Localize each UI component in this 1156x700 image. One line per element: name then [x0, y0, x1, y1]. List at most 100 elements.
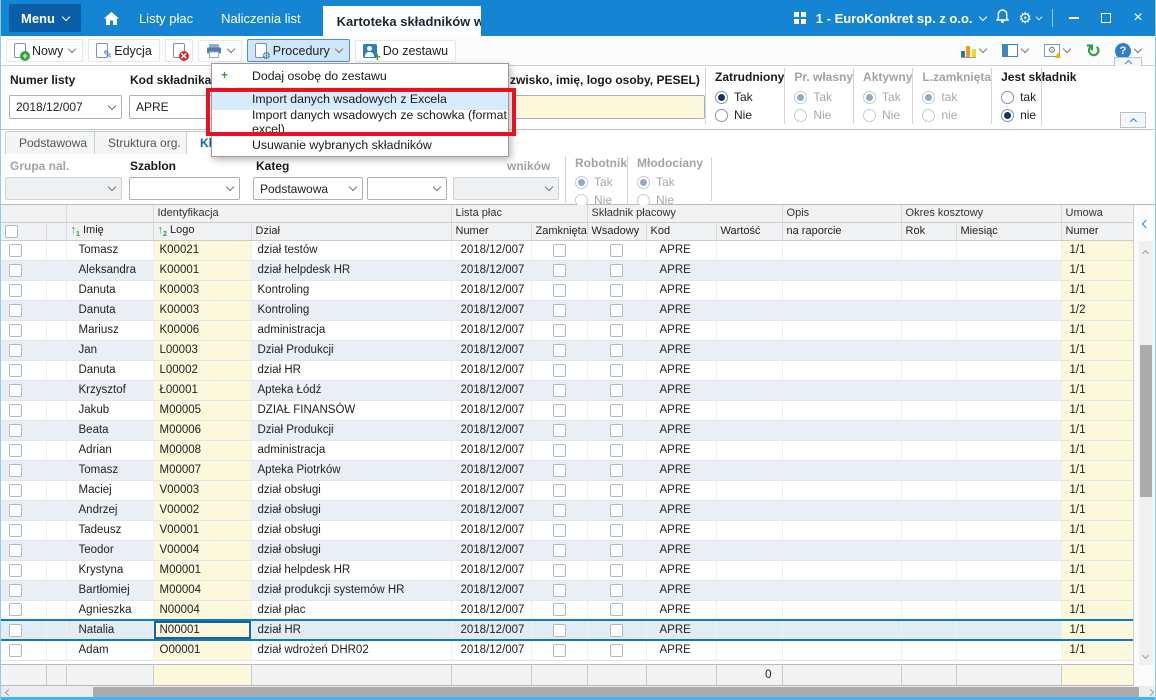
table-row[interactable]: Danuta K00003 Kontroling 2018/12/007 APRE 1/1 — [1, 280, 1134, 301]
scroll-right-icon[interactable] — [1146, 688, 1154, 696]
menu-item[interactable]: Import danych wsadowych ze schowka (form… — [212, 108, 508, 136]
cell-kod[interactable]: APRE — [646, 340, 717, 361]
table-row[interactable]: Mariusz K00006 administracja 2018/12/007 APR… — [1, 320, 1134, 341]
cell-rok[interactable] — [901, 640, 957, 661]
cell-miesiac[interactable] — [956, 480, 1062, 501]
checkbox-icon[interactable] — [552, 303, 566, 317]
cell-rok[interactable] — [901, 400, 957, 421]
checkbox-icon[interactable] — [552, 583, 566, 597]
cell-miesiac[interactable] — [956, 580, 1062, 601]
checkbox-icon[interactable] — [9, 543, 22, 557]
maximize-button[interactable] — [1095, 7, 1117, 29]
settings-button[interactable]: ⚙ — [1019, 11, 1043, 26]
cell-logo[interactable]: M00007 — [153, 460, 252, 481]
cell-kod[interactable]: APRE — [646, 260, 717, 281]
cell-miesiac[interactable] — [956, 260, 1062, 281]
cell-na-raporcie[interactable] — [782, 340, 902, 361]
cell-imie[interactable]: Tomasz — [66, 460, 154, 481]
cell-dzial[interactable]: administracja — [251, 320, 452, 341]
cell-wartosc[interactable] — [716, 619, 783, 641]
checkbox-icon[interactable] — [610, 263, 624, 277]
cell-miesiac[interactable] — [956, 640, 1062, 661]
cell-lista-numer[interactable]: 2018/12/007 — [451, 320, 532, 341]
cell-imie[interactable]: Beata — [66, 420, 154, 441]
checkbox-icon[interactable] — [610, 283, 624, 297]
cell-lista-numer[interactable]: 2018/12/007 — [451, 540, 532, 561]
procedures-button[interactable]: ⚙ Procedury — [246, 39, 350, 62]
menu-item[interactable]: + Dodaj osobę do zestawu — [212, 64, 508, 87]
kategoria-combo[interactable]: Podstawowa — [253, 177, 363, 200]
cell-na-raporcie[interactable] — [782, 460, 902, 481]
cell-logo[interactable]: M00008 — [153, 440, 252, 461]
cell-dzial[interactable]: Apteka Łódź — [251, 380, 452, 401]
cell-lista-numer[interactable]: 2018/12/007 — [451, 640, 532, 661]
cell-dzial[interactable]: dział płac — [251, 600, 452, 621]
cell-wartosc[interactable] — [716, 280, 783, 301]
cell-rok[interactable] — [901, 500, 957, 521]
cell-umowa-numer[interactable]: 1/2 — [1061, 300, 1134, 321]
tab-struktura-org[interactable]: Struktura org. — [94, 131, 195, 154]
checkbox-icon[interactable] — [610, 383, 624, 397]
cell-imie[interactable]: Jakub — [66, 400, 154, 421]
cell-kod[interactable]: APRE — [646, 440, 717, 461]
cell-imie[interactable]: Krzysztof — [66, 380, 154, 401]
cell-dzial[interactable]: dział wdrożeń DHR02 — [251, 640, 452, 661]
osoba-search-input[interactable] — [513, 95, 705, 119]
scroll-left-icon[interactable] — [4, 688, 12, 696]
layout-panel-icon[interactable] — [1001, 44, 1018, 57]
select-all-checkbox[interactable] — [5, 224, 18, 238]
cell-na-raporcie[interactable] — [782, 560, 902, 581]
nav-tab-naliczenia-list[interactable]: Naliczenia list — [207, 0, 314, 36]
cell-imie[interactable]: Krystyna — [66, 560, 154, 581]
cell-logo[interactable]: K00021 — [153, 240, 252, 261]
checkbox-icon[interactable] — [552, 383, 566, 397]
cell-dzial[interactable]: dział produkcji systemów HR — [251, 580, 452, 601]
vertical-scrollbar[interactable] — [1139, 241, 1153, 665]
cell-umowa-numer[interactable]: 1/1 — [1061, 440, 1134, 461]
checkbox-icon[interactable] — [610, 323, 624, 337]
col-kod[interactable]: Kod — [646, 222, 717, 241]
cell-rok[interactable] — [901, 260, 957, 281]
checkbox-icon[interactable] — [552, 463, 566, 477]
cell-logo[interactable]: L00003 — [153, 340, 252, 361]
cell-wartosc[interactable] — [716, 240, 783, 261]
checkbox-icon[interactable] — [552, 363, 566, 377]
cell-kod[interactable]: APRE — [646, 400, 717, 421]
checkbox-icon[interactable] — [9, 363, 22, 377]
cell-wartosc[interactable] — [716, 580, 783, 601]
grid-collapse-button[interactable] — [1138, 215, 1154, 235]
col-logo[interactable]: ↑2 Logo — [153, 222, 252, 241]
cell-miesiac[interactable] — [956, 520, 1062, 541]
cell-na-raporcie[interactable] — [782, 540, 902, 561]
checkbox-icon[interactable] — [9, 443, 22, 457]
cell-miesiac[interactable] — [956, 619, 1062, 641]
cell-na-raporcie[interactable] — [782, 360, 902, 381]
table-row[interactable]: Agnieszka N00004 dział płac 2018/12/007 APRE… — [1, 600, 1134, 621]
window-settings-warning-icon[interactable]: ⚙ ▲ — [1043, 44, 1063, 61]
checkbox-icon[interactable] — [552, 643, 566, 657]
cell-miesiac[interactable] — [956, 440, 1062, 461]
checkbox-icon[interactable] — [9, 623, 22, 637]
table-row[interactable]: Adam O00001 dział wdrożeń DHR02 2018/12/007… — [1, 640, 1134, 661]
cell-umowa-numer[interactable]: 1/1 — [1061, 600, 1134, 621]
cell-na-raporcie[interactable] — [782, 619, 902, 641]
cell-umowa-numer[interactable]: 1/1 — [1061, 619, 1134, 641]
cell-dzial[interactable]: dział helpdesk HR — [251, 260, 452, 281]
cell-rok[interactable] — [901, 440, 957, 461]
cell-rok[interactable] — [901, 480, 957, 501]
cell-dzial[interactable]: dział obsługi — [251, 520, 452, 541]
cell-lista-numer[interactable]: 2018/12/007 — [451, 600, 532, 621]
cell-dzial[interactable]: dział obsługi — [251, 480, 452, 501]
cell-lista-numer[interactable]: 2018/12/007 — [451, 500, 532, 521]
add-to-set-button[interactable]: + Do zestawu — [354, 39, 457, 64]
cell-logo[interactable]: K00001 — [153, 260, 252, 281]
cell-miesiac[interactable] — [956, 460, 1062, 481]
checkbox-icon[interactable] — [610, 643, 624, 657]
col-numer[interactable]: Numer — [451, 222, 532, 241]
nav-tab-listy-plac[interactable]: Listy płac — [125, 0, 207, 36]
cell-na-raporcie[interactable] — [782, 580, 902, 601]
cell-miesiac[interactable] — [956, 240, 1062, 261]
cell-dzial[interactable]: dział HR — [251, 360, 452, 381]
checkbox-icon[interactable] — [610, 603, 624, 617]
checkbox-icon[interactable] — [552, 623, 566, 637]
